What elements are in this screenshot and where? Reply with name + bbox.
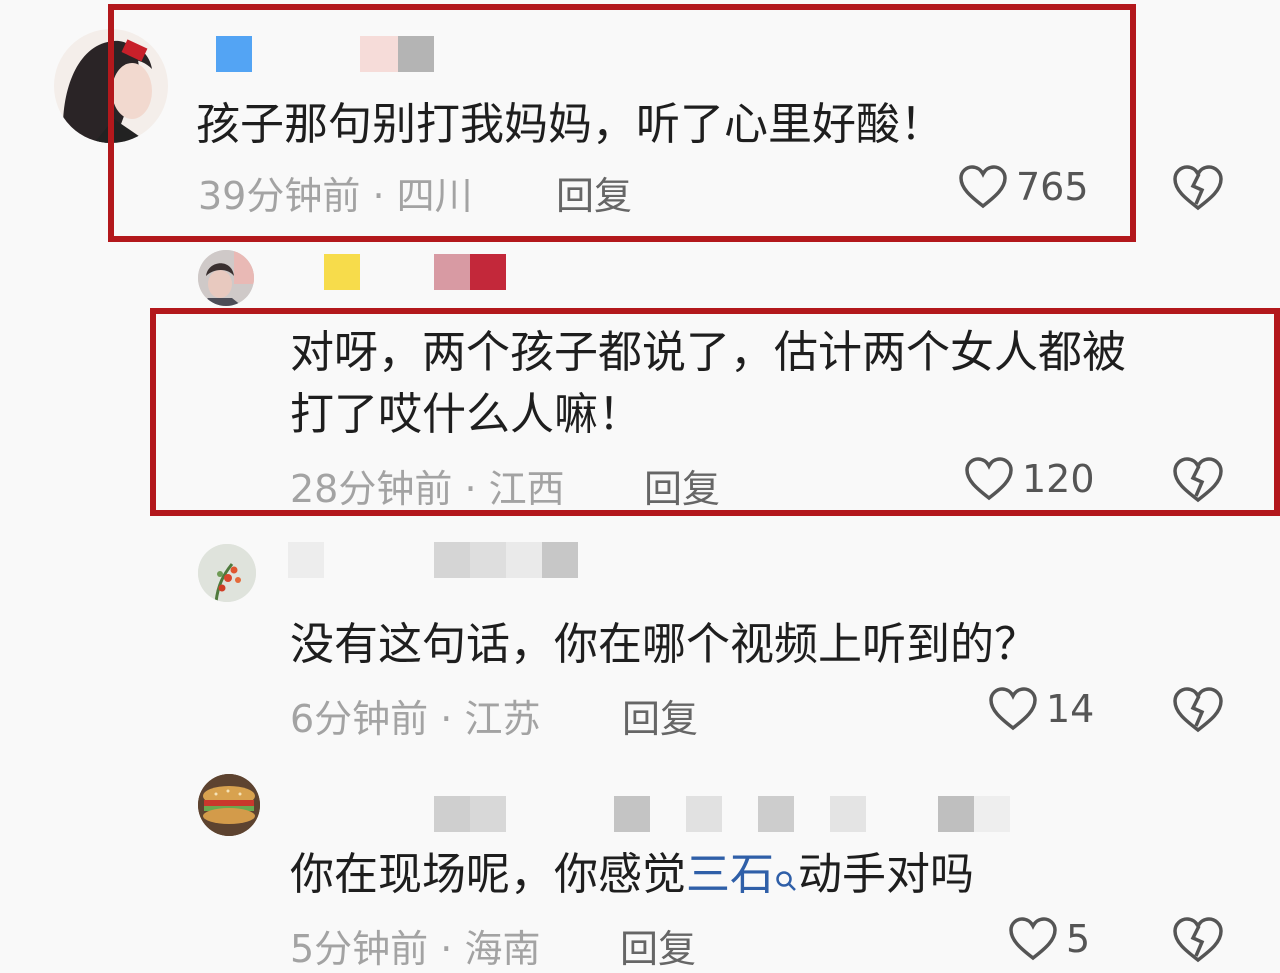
search-icon[interactable] <box>774 850 798 908</box>
comment-time: 5分钟前 <box>290 927 429 971</box>
username-blurred[interactable] <box>434 254 470 290</box>
comment-meta: 6分钟前 · 江苏 <box>290 688 540 743</box>
comment-time: 28分钟前 <box>290 467 453 511</box>
like-count: 5 <box>1066 917 1091 961</box>
heart-outline-icon <box>1008 916 1058 962</box>
dislike-button[interactable] <box>1172 164 1224 216</box>
comment-text-line-1: 对呀，两个孩子都说了，估计两个女人都被 <box>290 327 1126 378</box>
username-blurred[interactable] <box>398 36 434 72</box>
comment-time: 39分钟前 <box>198 174 361 218</box>
avatar[interactable] <box>54 29 168 143</box>
username-blurred[interactable] <box>360 36 398 72</box>
dislike-button[interactable] <box>1172 456 1224 508</box>
reply-button[interactable]: 回复 <box>622 688 698 743</box>
username-blurred[interactable] <box>830 796 866 832</box>
like-button[interactable]: 14 <box>988 686 1094 732</box>
username-blurred[interactable] <box>470 796 506 832</box>
dislike-button[interactable] <box>1172 916 1224 968</box>
broken-heart-icon <box>1172 917 1224 968</box>
heart-outline-icon <box>988 686 1038 732</box>
comment-location: 四川 <box>396 174 473 218</box>
like-button[interactable]: 765 <box>958 164 1089 210</box>
username-blurred[interactable] <box>938 796 974 832</box>
comment-meta: 28分钟前 · 江西 <box>290 458 565 513</box>
username-blurred[interactable] <box>324 254 360 290</box>
comment-text-part: 动手对吗 <box>798 849 974 900</box>
username-blurred[interactable] <box>686 796 722 832</box>
username-blurred[interactable] <box>288 542 324 578</box>
comment-text-line-2: 打了哎什么人嘛！ <box>290 389 642 440</box>
heart-outline-icon <box>958 164 1008 210</box>
comment-location: 江西 <box>488 467 565 511</box>
like-button[interactable]: 120 <box>964 456 1095 502</box>
heart-outline-icon <box>964 456 1014 502</box>
avatar[interactable] <box>198 544 256 602</box>
username-blurred[interactable] <box>470 542 506 578</box>
username-blurred[interactable] <box>434 542 470 578</box>
separator: · <box>372 174 385 218</box>
username-blurred[interactable] <box>542 542 578 578</box>
username-blurred[interactable] <box>216 36 252 72</box>
comment-text: 没有这句话，你在哪个视频上听到的？ <box>290 619 1038 670</box>
reply-button[interactable]: 回复 <box>556 165 632 220</box>
broken-heart-icon <box>1172 687 1224 738</box>
like-count: 765 <box>1016 165 1089 209</box>
username-blurred[interactable] <box>974 796 1010 832</box>
search-keyword-link[interactable]: 三石 <box>686 849 774 900</box>
comment-text: 你在现场呢，你感觉三石 动手对吗 <box>290 846 974 908</box>
reply-button[interactable]: 回复 <box>644 458 720 513</box>
username-blurred[interactable] <box>434 796 470 832</box>
like-button[interactable]: 5 <box>1008 916 1090 962</box>
separator: · <box>440 927 453 971</box>
comment-location: 海南 <box>464 927 541 971</box>
comment-meta: 5分钟前 · 海南 <box>290 918 540 973</box>
username-blurred[interactable] <box>758 796 794 832</box>
username-blurred[interactable] <box>470 254 506 290</box>
comment-meta: 39分钟前 · 四川 <box>198 165 473 220</box>
avatar[interactable] <box>198 774 260 836</box>
like-count: 120 <box>1022 457 1095 501</box>
broken-heart-icon <box>1172 457 1224 508</box>
like-count: 14 <box>1046 687 1095 731</box>
separator: · <box>440 697 453 741</box>
reply-button[interactable]: 回复 <box>620 918 696 973</box>
dislike-button[interactable] <box>1172 686 1224 738</box>
username-blurred[interactable] <box>614 796 650 832</box>
comment-time: 6分钟前 <box>290 697 429 741</box>
separator: · <box>464 467 477 511</box>
comment-text: 孩子那句别打我妈妈，听了心里好酸！ <box>196 99 944 150</box>
broken-heart-icon <box>1172 165 1224 216</box>
comment-location: 江苏 <box>464 697 541 741</box>
username-blurred[interactable] <box>506 542 542 578</box>
comment-text-part: 你在现场呢，你感觉 <box>290 849 686 900</box>
avatar[interactable] <box>198 250 254 306</box>
